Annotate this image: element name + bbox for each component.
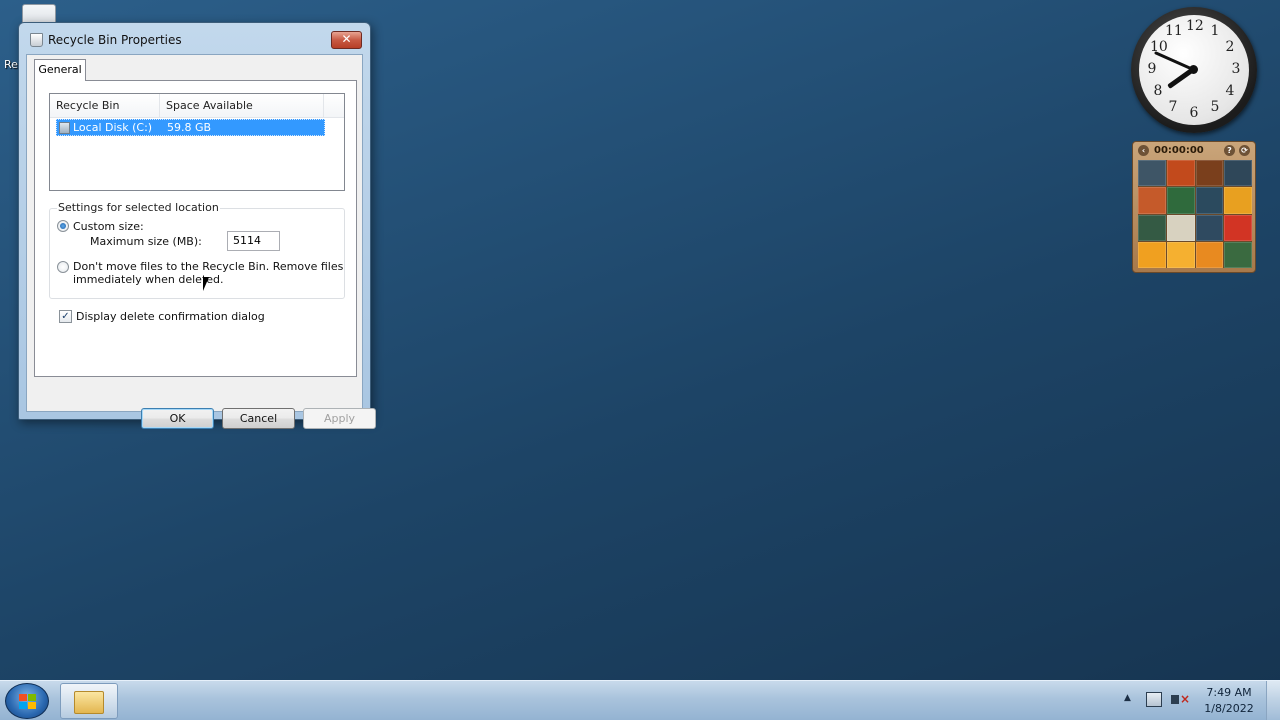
list-header: Recycle Bin Location Space Available — [50, 94, 344, 136]
ok-button[interactable]: OK — [141, 408, 214, 429]
puzzle-tile[interactable] — [1138, 187, 1166, 214]
clock-number: 12 — [1186, 18, 1204, 34]
picture-puzzle-gadget[interactable]: ‹ 00:00:00 ? ⟳ — [1132, 141, 1256, 273]
delete-confirmation-label[interactable]: Display delete confirmation dialog — [76, 310, 265, 323]
puzzle-tile[interactable] — [1166, 241, 1195, 268]
dont-move-files-label-line1[interactable]: Don't move files to the Recycle Bin. Rem… — [73, 260, 343, 273]
column-header-space[interactable]: Space Available — [160, 94, 324, 118]
puzzle-tile[interactable] — [1138, 241, 1166, 268]
puzzle-timer: 00:00:00 — [1154, 145, 1204, 156]
location-cell: Local Disk (C:) — [73, 121, 153, 134]
taskbar-date: 1/8/2022 — [1204, 702, 1254, 715]
close-button[interactable]: ✕ — [331, 31, 362, 49]
clock-number: 7 — [1168, 99, 1178, 115]
puzzle-tile[interactable] — [1195, 214, 1224, 241]
network-icon[interactable] — [1146, 692, 1162, 707]
list-row-local-disk[interactable]: Local Disk (C:) 59.8 GB — [56, 119, 325, 136]
drive-icon — [59, 122, 70, 134]
volume-muted-icon[interactable]: × — [1171, 692, 1190, 707]
clock-number: 11 — [1165, 23, 1183, 39]
apply-button[interactable]: Apply — [303, 408, 376, 429]
settings-group-title: Settings for selected location — [57, 201, 220, 214]
puzzle-reset-icon[interactable]: ⟳ — [1239, 145, 1250, 156]
folder-icon — [74, 691, 104, 714]
taskbar-time: 7:49 AM — [1206, 686, 1252, 699]
clock-number: 4 — [1225, 83, 1235, 99]
recycle-bin-properties-dialog: Recycle Bin Properties ✕ General Recycle… — [18, 22, 376, 429]
dont-move-files-radio[interactable] — [57, 261, 69, 273]
puzzle-tile[interactable] — [1224, 214, 1252, 241]
recycle-bin-location-list[interactable]: Recycle Bin Location Space Available Loc… — [49, 93, 345, 191]
general-tab-panel: Recycle Bin Location Space Available Loc… — [34, 80, 357, 377]
puzzle-tile[interactable] — [1224, 160, 1252, 187]
windows-logo-icon — [19, 694, 36, 709]
custom-size-label[interactable]: Custom size: — [73, 220, 144, 233]
space-cell: 59.8 GB — [167, 121, 212, 134]
cancel-button[interactable]: Cancel — [222, 408, 295, 429]
puzzle-grid[interactable] — [1138, 160, 1252, 268]
column-header-location[interactable]: Recycle Bin Location — [50, 94, 160, 136]
puzzle-tile[interactable] — [1195, 187, 1224, 214]
clock-number: 5 — [1210, 99, 1220, 115]
settings-group: Settings for selected location Custom si… — [49, 201, 345, 299]
dialog-titlebar[interactable]: Recycle Bin Properties ✕ — [19, 23, 370, 55]
clock-center-pin — [1189, 65, 1198, 74]
clock-number: 2 — [1225, 39, 1235, 55]
start-button[interactable] — [5, 683, 49, 719]
puzzle-tile[interactable] — [1224, 241, 1252, 268]
puzzle-back-icon[interactable]: ‹ — [1138, 145, 1149, 156]
custom-size-radio[interactable] — [57, 220, 69, 232]
clock-number: 3 — [1231, 61, 1241, 77]
clock-number: 9 — [1147, 61, 1157, 77]
puzzle-help-icon[interactable]: ? — [1224, 145, 1235, 156]
puzzle-tile[interactable] — [1166, 214, 1195, 241]
puzzle-tile[interactable] — [1195, 241, 1224, 268]
puzzle-tile[interactable] — [1166, 160, 1195, 187]
dialog-title: Recycle Bin Properties — [48, 33, 182, 47]
show-hidden-icons-arrow-icon[interactable]: ▲ — [1124, 693, 1131, 703]
puzzle-tile[interactable] — [1166, 187, 1195, 214]
taskbar-explorer-button[interactable] — [60, 683, 118, 719]
puzzle-toolbar: ‹ 00:00:00 ? ⟳ — [1136, 144, 1252, 158]
dialog-client-area: General Recycle Bin Location Space Avail… — [26, 54, 376, 429]
delete-confirmation-checkbox[interactable]: ✓ — [59, 310, 72, 323]
puzzle-tile[interactable] — [1195, 160, 1224, 187]
tab-general[interactable]: General — [34, 59, 86, 81]
max-size-input[interactable]: 5114 — [227, 231, 280, 251]
show-desktop-button[interactable] — [1266, 681, 1280, 720]
taskbar: ▲ × 7:49 AM 1/8/2022 — [0, 680, 1280, 720]
puzzle-tile[interactable] — [1138, 160, 1166, 187]
clock-number: 1 — [1210, 23, 1220, 39]
dont-move-files-label-line2[interactable]: immediately when deleted. — [73, 273, 224, 286]
puzzle-tile[interactable] — [1224, 187, 1252, 214]
recycle-bin-icon — [30, 33, 43, 47]
puzzle-tile[interactable] — [1138, 214, 1166, 241]
max-size-label: Maximum size (MB): — [90, 235, 202, 248]
clock-number: 6 — [1189, 105, 1199, 121]
clock-number: 8 — [1153, 83, 1163, 99]
taskbar-clock[interactable]: 7:49 AM 1/8/2022 — [1196, 685, 1262, 717]
clock-gadget[interactable]: 12 1 2 3 4 5 6 7 8 9 10 11 — [1131, 7, 1257, 133]
mouse-cursor-icon — [203, 277, 209, 291]
